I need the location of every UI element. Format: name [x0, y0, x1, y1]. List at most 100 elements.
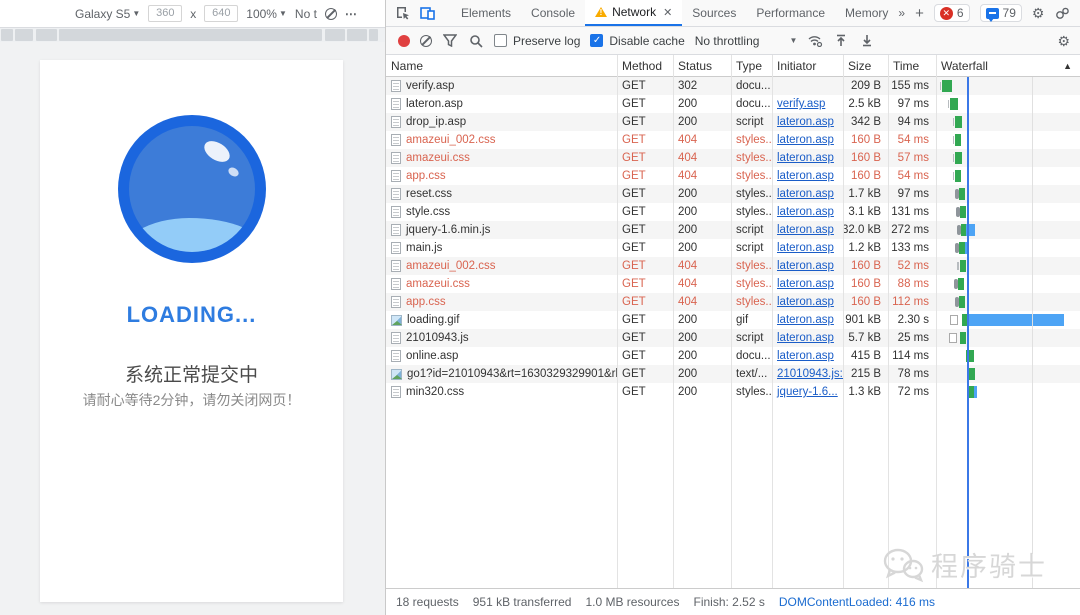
waterfall-bar[interactable]	[936, 185, 1080, 203]
request-row[interactable]: jquery-1.6.min.js GET 200 script lateron.asp…	[386, 221, 1080, 239]
waterfall-bar[interactable]	[936, 77, 1080, 95]
waterfall-bar[interactable]	[936, 131, 1080, 149]
request-row[interactable]: verify.asp GET 302 docu... 209 B 155 ms	[386, 77, 1080, 95]
request-row[interactable]: online.asp GET 200 docu... lateron.asp 415 B 1…	[386, 347, 1080, 365]
tab-network[interactable]: Network ✕	[585, 0, 683, 26]
initiator-link[interactable]: jquery-1.6...	[777, 386, 838, 398]
new-tab-icon[interactable]: +	[915, 5, 924, 22]
initiator-link[interactable]: lateron.asp	[777, 134, 834, 146]
request-row[interactable]: loading.gif GET 200 gif lateron.asp 901 kB 2.3…	[386, 311, 1080, 329]
waterfall-bar[interactable]	[936, 167, 1080, 185]
request-row[interactable]: amazeui_002.css GET 404 styles... lateron.as…	[386, 257, 1080, 275]
device-select[interactable]: Galaxy S5 ▼	[75, 7, 140, 21]
initiator-link[interactable]: lateron.asp	[777, 116, 834, 128]
initiator-link[interactable]: lateron.asp	[777, 206, 834, 218]
settings-gear-icon[interactable]: ⚙	[1032, 5, 1045, 22]
media-query-bar[interactable]	[0, 28, 385, 42]
initiator-link[interactable]: lateron.asp	[777, 260, 834, 272]
tab-elements[interactable]: Elements	[451, 0, 521, 26]
device-height-input[interactable]: 640	[204, 5, 239, 22]
import-har-icon[interactable]	[833, 33, 849, 49]
column-header-initiator[interactable]: Initiator	[772, 55, 843, 76]
issues-count-badge[interactable]: 79	[979, 4, 1022, 22]
tab-performance[interactable]: Performance	[746, 0, 835, 26]
column-header-status[interactable]: Status	[673, 55, 731, 76]
initiator-link[interactable]: verify.asp	[777, 98, 825, 110]
media-query-segment[interactable]	[36, 29, 57, 41]
request-row[interactable]: amazeui_002.css GET 404 styles... lateron.as…	[386, 131, 1080, 149]
column-header-waterfall[interactable]: Waterfall ▲	[936, 55, 1080, 76]
zoom-select[interactable]: 100% ▼	[246, 7, 287, 21]
no-throttle-icon[interactable]	[324, 7, 337, 20]
request-row[interactable]: amazeui.css GET 404 styles... lateron.asp 160…	[386, 149, 1080, 167]
device-toolbar-toggle-icon[interactable]	[420, 5, 435, 21]
request-row[interactable]: min320.css GET 200 styles... jquery-1.6... 1.…	[386, 383, 1080, 401]
column-separator[interactable]	[731, 55, 732, 588]
media-query-segment[interactable]	[347, 29, 367, 41]
disable-cache-checkbox[interactable]	[590, 34, 604, 47]
column-separator[interactable]	[673, 55, 674, 588]
column-header-method[interactable]: Method	[617, 55, 673, 76]
initiator-link[interactable]: lateron.asp	[777, 224, 834, 236]
tab-memory[interactable]: Memory	[835, 0, 898, 26]
media-query-segment[interactable]	[15, 29, 33, 41]
column-separator[interactable]	[772, 55, 773, 588]
preserve-log-label[interactable]: Preserve log	[513, 34, 580, 48]
waterfall-bar[interactable]	[936, 347, 1080, 365]
waterfall-bar[interactable]	[936, 149, 1080, 167]
network-conditions-icon[interactable]	[807, 33, 823, 49]
media-query-segment[interactable]	[1, 29, 13, 41]
more-tabs-icon[interactable]: »	[898, 6, 905, 20]
request-row[interactable]: go1?id=21010943&rt=1630329329901&rl=3...…	[386, 365, 1080, 383]
waterfall-bar[interactable]	[936, 329, 1080, 347]
column-header-type[interactable]: Type	[731, 55, 772, 76]
initiator-link[interactable]: lateron.asp	[777, 296, 834, 308]
initiator-link[interactable]: lateron.asp	[777, 170, 834, 182]
waterfall-bar[interactable]	[936, 113, 1080, 131]
column-header-size[interactable]: Size	[843, 55, 888, 76]
feedback-icon[interactable]	[1054, 5, 1070, 21]
request-row[interactable]: app.css GET 404 styles... lateron.asp 160 B 54…	[386, 167, 1080, 185]
column-header-name[interactable]: Name	[386, 55, 617, 76]
filter-icon[interactable]	[442, 33, 458, 49]
disable-cache-label[interactable]: Disable cache	[609, 34, 684, 48]
domcontentloaded-time[interactable]: DOMContentLoaded: 416 ms	[779, 595, 935, 609]
tab-sources[interactable]: Sources	[682, 0, 746, 26]
column-separator[interactable]	[617, 55, 618, 588]
waterfall-bar[interactable]	[936, 95, 1080, 113]
request-row[interactable]: lateron.asp GET 200 docu... verify.asp 2.5 kB…	[386, 95, 1080, 113]
waterfall-bar[interactable]	[936, 239, 1080, 257]
export-har-icon[interactable]	[859, 33, 875, 49]
column-header-time[interactable]: Time	[888, 55, 936, 76]
search-icon[interactable]	[468, 33, 484, 49]
tab-close-icon[interactable]: ✕	[663, 6, 672, 19]
clear-network-log-icon[interactable]	[420, 34, 432, 47]
request-row[interactable]: style.css GET 200 styles... lateron.asp 3.1 k…	[386, 203, 1080, 221]
request-row[interactable]: amazeui.css GET 404 styles... lateron.asp 160…	[386, 275, 1080, 293]
waterfall-bar[interactable]	[936, 383, 1080, 401]
more-options-icon[interactable]: ⋯	[345, 7, 358, 21]
waterfall-bar[interactable]	[936, 275, 1080, 293]
device-width-input[interactable]: 360	[148, 5, 183, 22]
waterfall-bar[interactable]	[936, 221, 1080, 239]
throttle-select-label[interactable]: No t	[295, 7, 317, 21]
inspect-element-icon[interactable]	[396, 5, 410, 21]
waterfall-bar[interactable]	[936, 293, 1080, 311]
request-row[interactable]: app.css GET 404 styles... lateron.asp 160 B 11…	[386, 293, 1080, 311]
request-row[interactable]: drop_ip.asp GET 200 script lateron.asp 342 B 9…	[386, 113, 1080, 131]
network-settings-gear-icon[interactable]: ⚙	[1057, 33, 1070, 50]
record-network-log-button[interactable]	[398, 34, 410, 47]
initiator-link[interactable]: lateron.asp	[777, 152, 834, 164]
initiator-link[interactable]: 21010943.js:1	[777, 368, 843, 380]
sort-arrow-icon[interactable]: ▲	[1063, 61, 1072, 71]
tab-console[interactable]: Console	[521, 0, 585, 26]
waterfall-bar[interactable]	[936, 257, 1080, 275]
initiator-link[interactable]: lateron.asp	[777, 350, 834, 362]
media-query-segment[interactable]	[325, 29, 345, 41]
initiator-link[interactable]: lateron.asp	[777, 314, 834, 326]
initiator-link[interactable]: lateron.asp	[777, 332, 834, 344]
column-separator[interactable]	[888, 55, 889, 588]
waterfall-bar[interactable]	[936, 311, 1080, 329]
initiator-link[interactable]: lateron.asp	[777, 278, 834, 290]
initiator-link[interactable]: lateron.asp	[777, 242, 834, 254]
